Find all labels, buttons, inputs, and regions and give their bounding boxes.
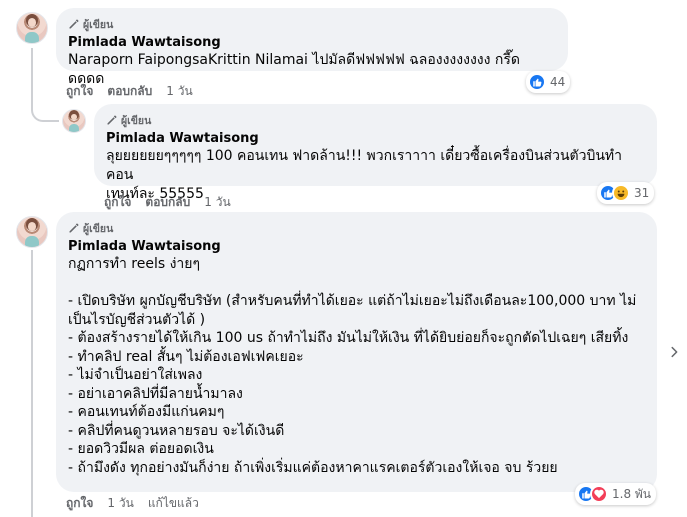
comment-author[interactable]: Pimlada Wawtaisong — [68, 34, 556, 51]
haha-reaction-icon — [612, 184, 630, 202]
reaction-summary[interactable]: 31 — [597, 182, 655, 204]
reaction-count: 1.8 พัน — [612, 486, 652, 501]
comment-text: กฏการทำ reels ง่ายๆ - เปิดบริษัท ผูกบัญช… — [68, 256, 637, 476]
comment-timestamp[interactable]: 1 วัน — [204, 193, 230, 212]
thread-line-curve — [31, 108, 59, 122]
reaction-count: 31 — [634, 186, 650, 200]
author-badge: ผู้เขียน — [68, 16, 556, 32]
reaction-summary[interactable]: 44 — [526, 71, 571, 93]
avatar[interactable] — [16, 216, 48, 248]
thread-line — [31, 250, 33, 517]
reply-button[interactable]: ตอบกลับ — [107, 82, 152, 101]
comment-author[interactable]: Pimlada Wawtaisong — [106, 130, 645, 147]
reply-button[interactable]: ตอบกลับ — [145, 193, 190, 212]
comment-actions: ถูกใจ ตอบกลับ 1 วัน — [66, 82, 193, 101]
comment-actions: ถูกใจ ตอบกลับ 1 วัน — [104, 193, 231, 212]
author-badge-label: ผู้เขียน — [83, 222, 114, 235]
comment-timestamp[interactable]: 1 วัน — [107, 494, 133, 513]
reaction-summary[interactable]: 1.8 พัน — [575, 483, 657, 505]
comment-bubble: ผู้เขียน Pimlada Wawtaisong ลุยยยยยยๆๆๆๆ… — [94, 104, 657, 202]
comment-actions: ถูกใจ 1 วัน แก้ไขแล้ว — [66, 494, 199, 513]
author-badge: ผู้เขียน — [106, 112, 645, 128]
reaction-count: 44 — [550, 75, 566, 89]
comment-bubble: ผู้เขียน Pimlada Wawtaisong กฏการทำ reel… — [56, 212, 657, 492]
avatar[interactable] — [62, 109, 86, 133]
pencil-icon — [69, 19, 79, 29]
avatar[interactable] — [16, 12, 48, 44]
chevron-right-icon[interactable] — [667, 345, 681, 359]
love-reaction-icon — [590, 485, 608, 503]
like-button[interactable]: ถูกใจ — [66, 82, 93, 101]
like-button[interactable]: ถูกใจ — [104, 193, 131, 212]
author-badge-label: ผู้เขียน — [83, 18, 114, 31]
pencil-icon — [107, 115, 117, 125]
like-button[interactable]: ถูกใจ — [66, 494, 93, 513]
comment-author[interactable]: Pimlada Wawtaisong — [68, 238, 645, 255]
edited-label[interactable]: แก้ไขแล้ว — [148, 494, 199, 513]
author-badge: ผู้เขียน — [68, 220, 645, 236]
like-reaction-icon — [528, 73, 546, 91]
comment-timestamp[interactable]: 1 วัน — [166, 82, 192, 101]
pencil-icon — [69, 223, 79, 233]
thread-line — [31, 48, 33, 110]
author-badge-label: ผู้เขียน — [121, 114, 152, 127]
comment-bubble: ผู้เขียน Pimlada Wawtaisong Naraporn Fai… — [56, 8, 568, 87]
